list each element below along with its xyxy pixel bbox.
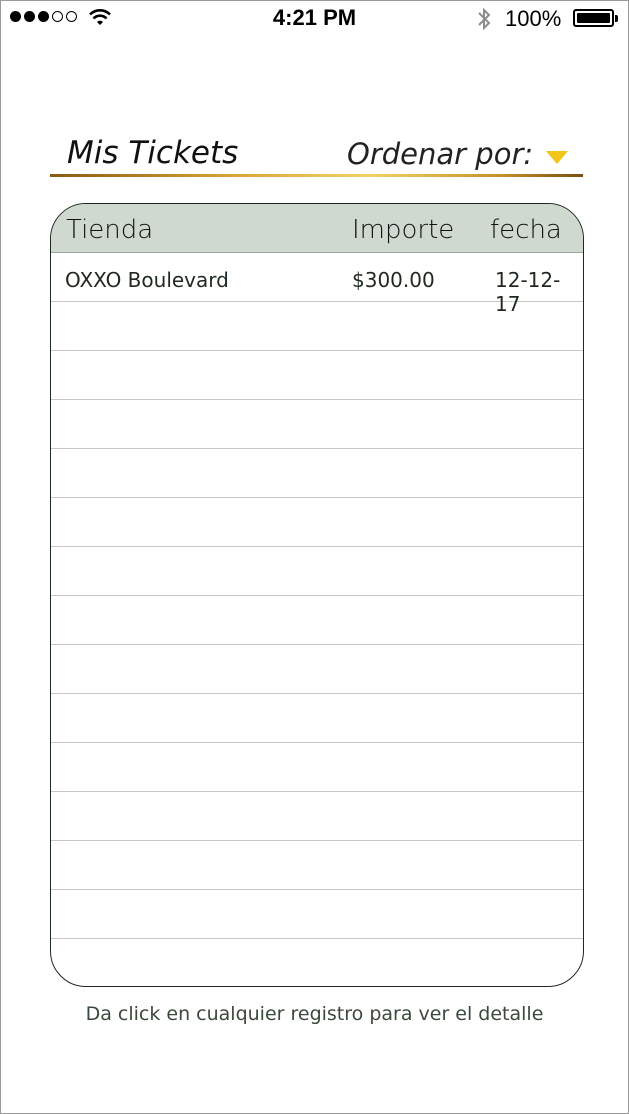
table-row-empty xyxy=(51,498,583,547)
table-row-empty xyxy=(51,792,583,841)
battery-icon xyxy=(573,9,618,27)
bluetooth-icon xyxy=(478,7,491,31)
table-row-empty xyxy=(51,743,583,792)
table-row-empty xyxy=(51,351,583,400)
table-row-empty xyxy=(51,596,583,645)
table-header: Tienda Importe fecha xyxy=(51,204,583,253)
table-row-empty xyxy=(51,302,583,351)
table-row-empty xyxy=(51,841,583,890)
sort-dropdown-label[interactable]: Ordenar por: xyxy=(347,137,533,171)
cell-tienda: OXXO Boulevard xyxy=(65,268,229,292)
footer-hint: Da click en cualquier registro para ver … xyxy=(85,1003,544,1025)
table-row-empty xyxy=(51,449,583,498)
table-row-empty xyxy=(51,939,583,986)
table-row-empty xyxy=(51,400,583,449)
page-title: Mis Tickets xyxy=(67,135,239,171)
column-header-tienda[interactable]: Tienda xyxy=(66,215,153,245)
table-row-empty xyxy=(51,694,583,743)
table-row[interactable]: OXXO Boulevard $300.00 12-12-17 xyxy=(51,253,583,316)
status-bar: 4:21 PM 100% xyxy=(0,0,629,38)
cell-importe: $300.00 xyxy=(352,268,435,292)
column-header-fecha[interactable]: fecha xyxy=(490,215,562,245)
header-divider xyxy=(50,174,583,177)
caret-down-icon[interactable] xyxy=(546,151,568,164)
table-row-empty xyxy=(51,645,583,694)
table-row-empty xyxy=(51,547,583,596)
tickets-table: Tienda Importe fecha OXXO Boulevard $300… xyxy=(50,203,584,987)
battery-percent: 100% xyxy=(505,6,562,31)
column-header-importe[interactable]: Importe xyxy=(352,215,454,245)
table-row-empty xyxy=(51,890,583,939)
